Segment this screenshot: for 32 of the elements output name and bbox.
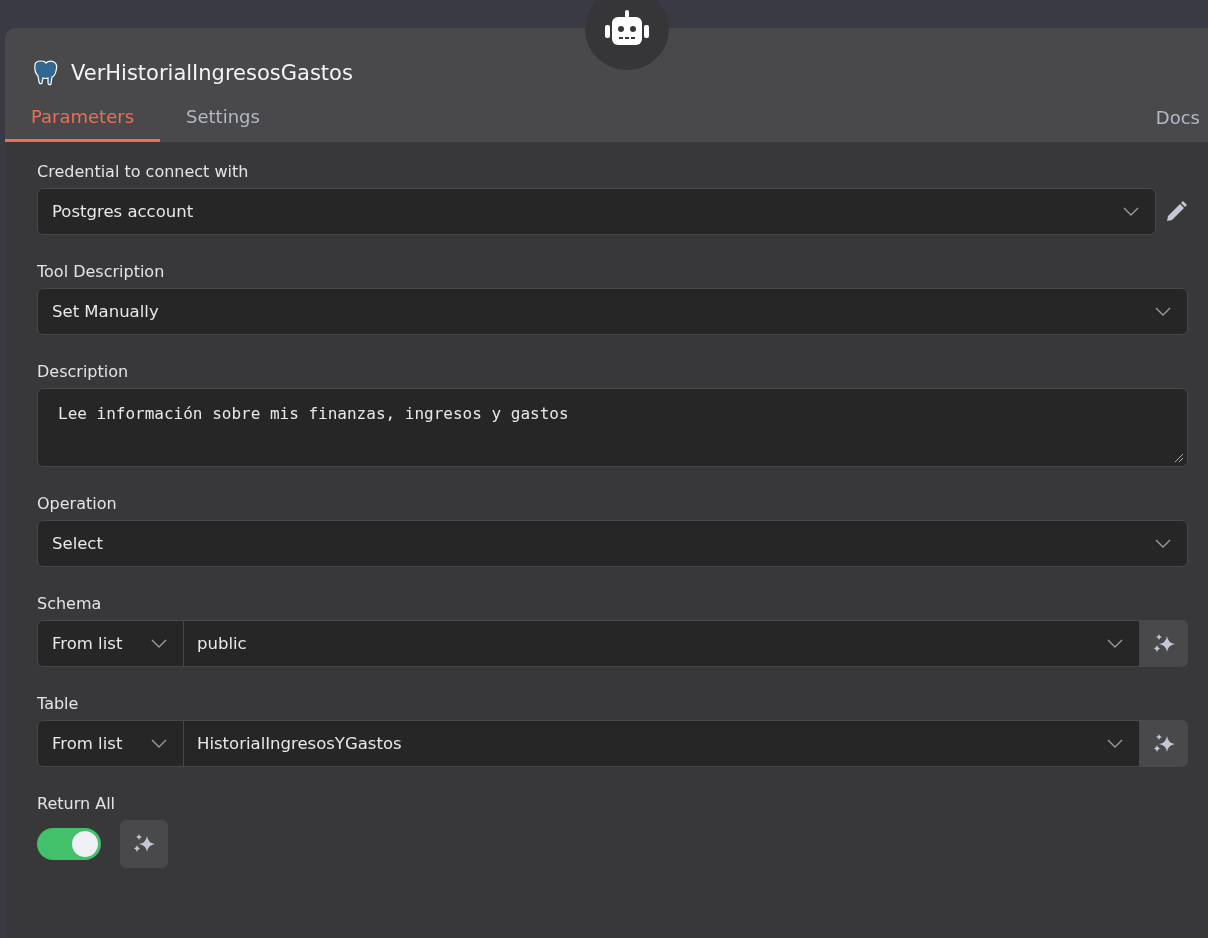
description-textarea[interactable]: Lee información sobre mis finanzas, ingresos y gastos	[37, 388, 1188, 467]
field-label: Operation	[37, 494, 118, 513]
toggle-switch[interactable]	[37, 828, 101, 860]
chevron-down-icon	[151, 738, 167, 749]
tab[interactable]: Settings	[160, 106, 286, 142]
field-label: Description	[37, 362, 130, 381]
field-label: Return All	[37, 794, 116, 813]
field-label: Credential to connect with	[37, 162, 250, 181]
field-label: Tool Description	[37, 262, 166, 281]
select-field[interactable]: Select	[37, 520, 1188, 567]
node-title: VerHistorialIngresosGastos	[71, 61, 353, 85]
chevron-down-icon	[1107, 738, 1123, 749]
field-label: Schema	[37, 594, 103, 613]
chevron-down-icon	[1155, 306, 1171, 317]
chevron-down-icon	[1123, 206, 1139, 217]
sparkle-button[interactable]	[1140, 720, 1188, 767]
field-label: Table	[37, 694, 80, 713]
robot-icon	[604, 10, 650, 48]
chevron-down-icon	[1155, 538, 1171, 549]
sparkle-button[interactable]	[1140, 620, 1188, 667]
mode-select[interactable]: From list	[37, 620, 184, 667]
docs-link[interactable]: Docs	[1155, 107, 1208, 142]
select-field[interactable]: public	[184, 620, 1140, 667]
mode-select[interactable]: From list	[37, 720, 184, 767]
chevron-down-icon	[1107, 638, 1123, 649]
sparkle-button[interactable]	[120, 820, 168, 868]
select-field[interactable]: HistorialIngresosYGastos	[184, 720, 1140, 767]
select-field[interactable]: Set Manually	[37, 288, 1188, 335]
chevron-down-icon	[151, 638, 167, 649]
resize-grip-icon[interactable]	[1174, 453, 1184, 463]
pencil-icon[interactable]	[1164, 199, 1188, 224]
select-field[interactable]: Postgres account	[37, 188, 1156, 235]
